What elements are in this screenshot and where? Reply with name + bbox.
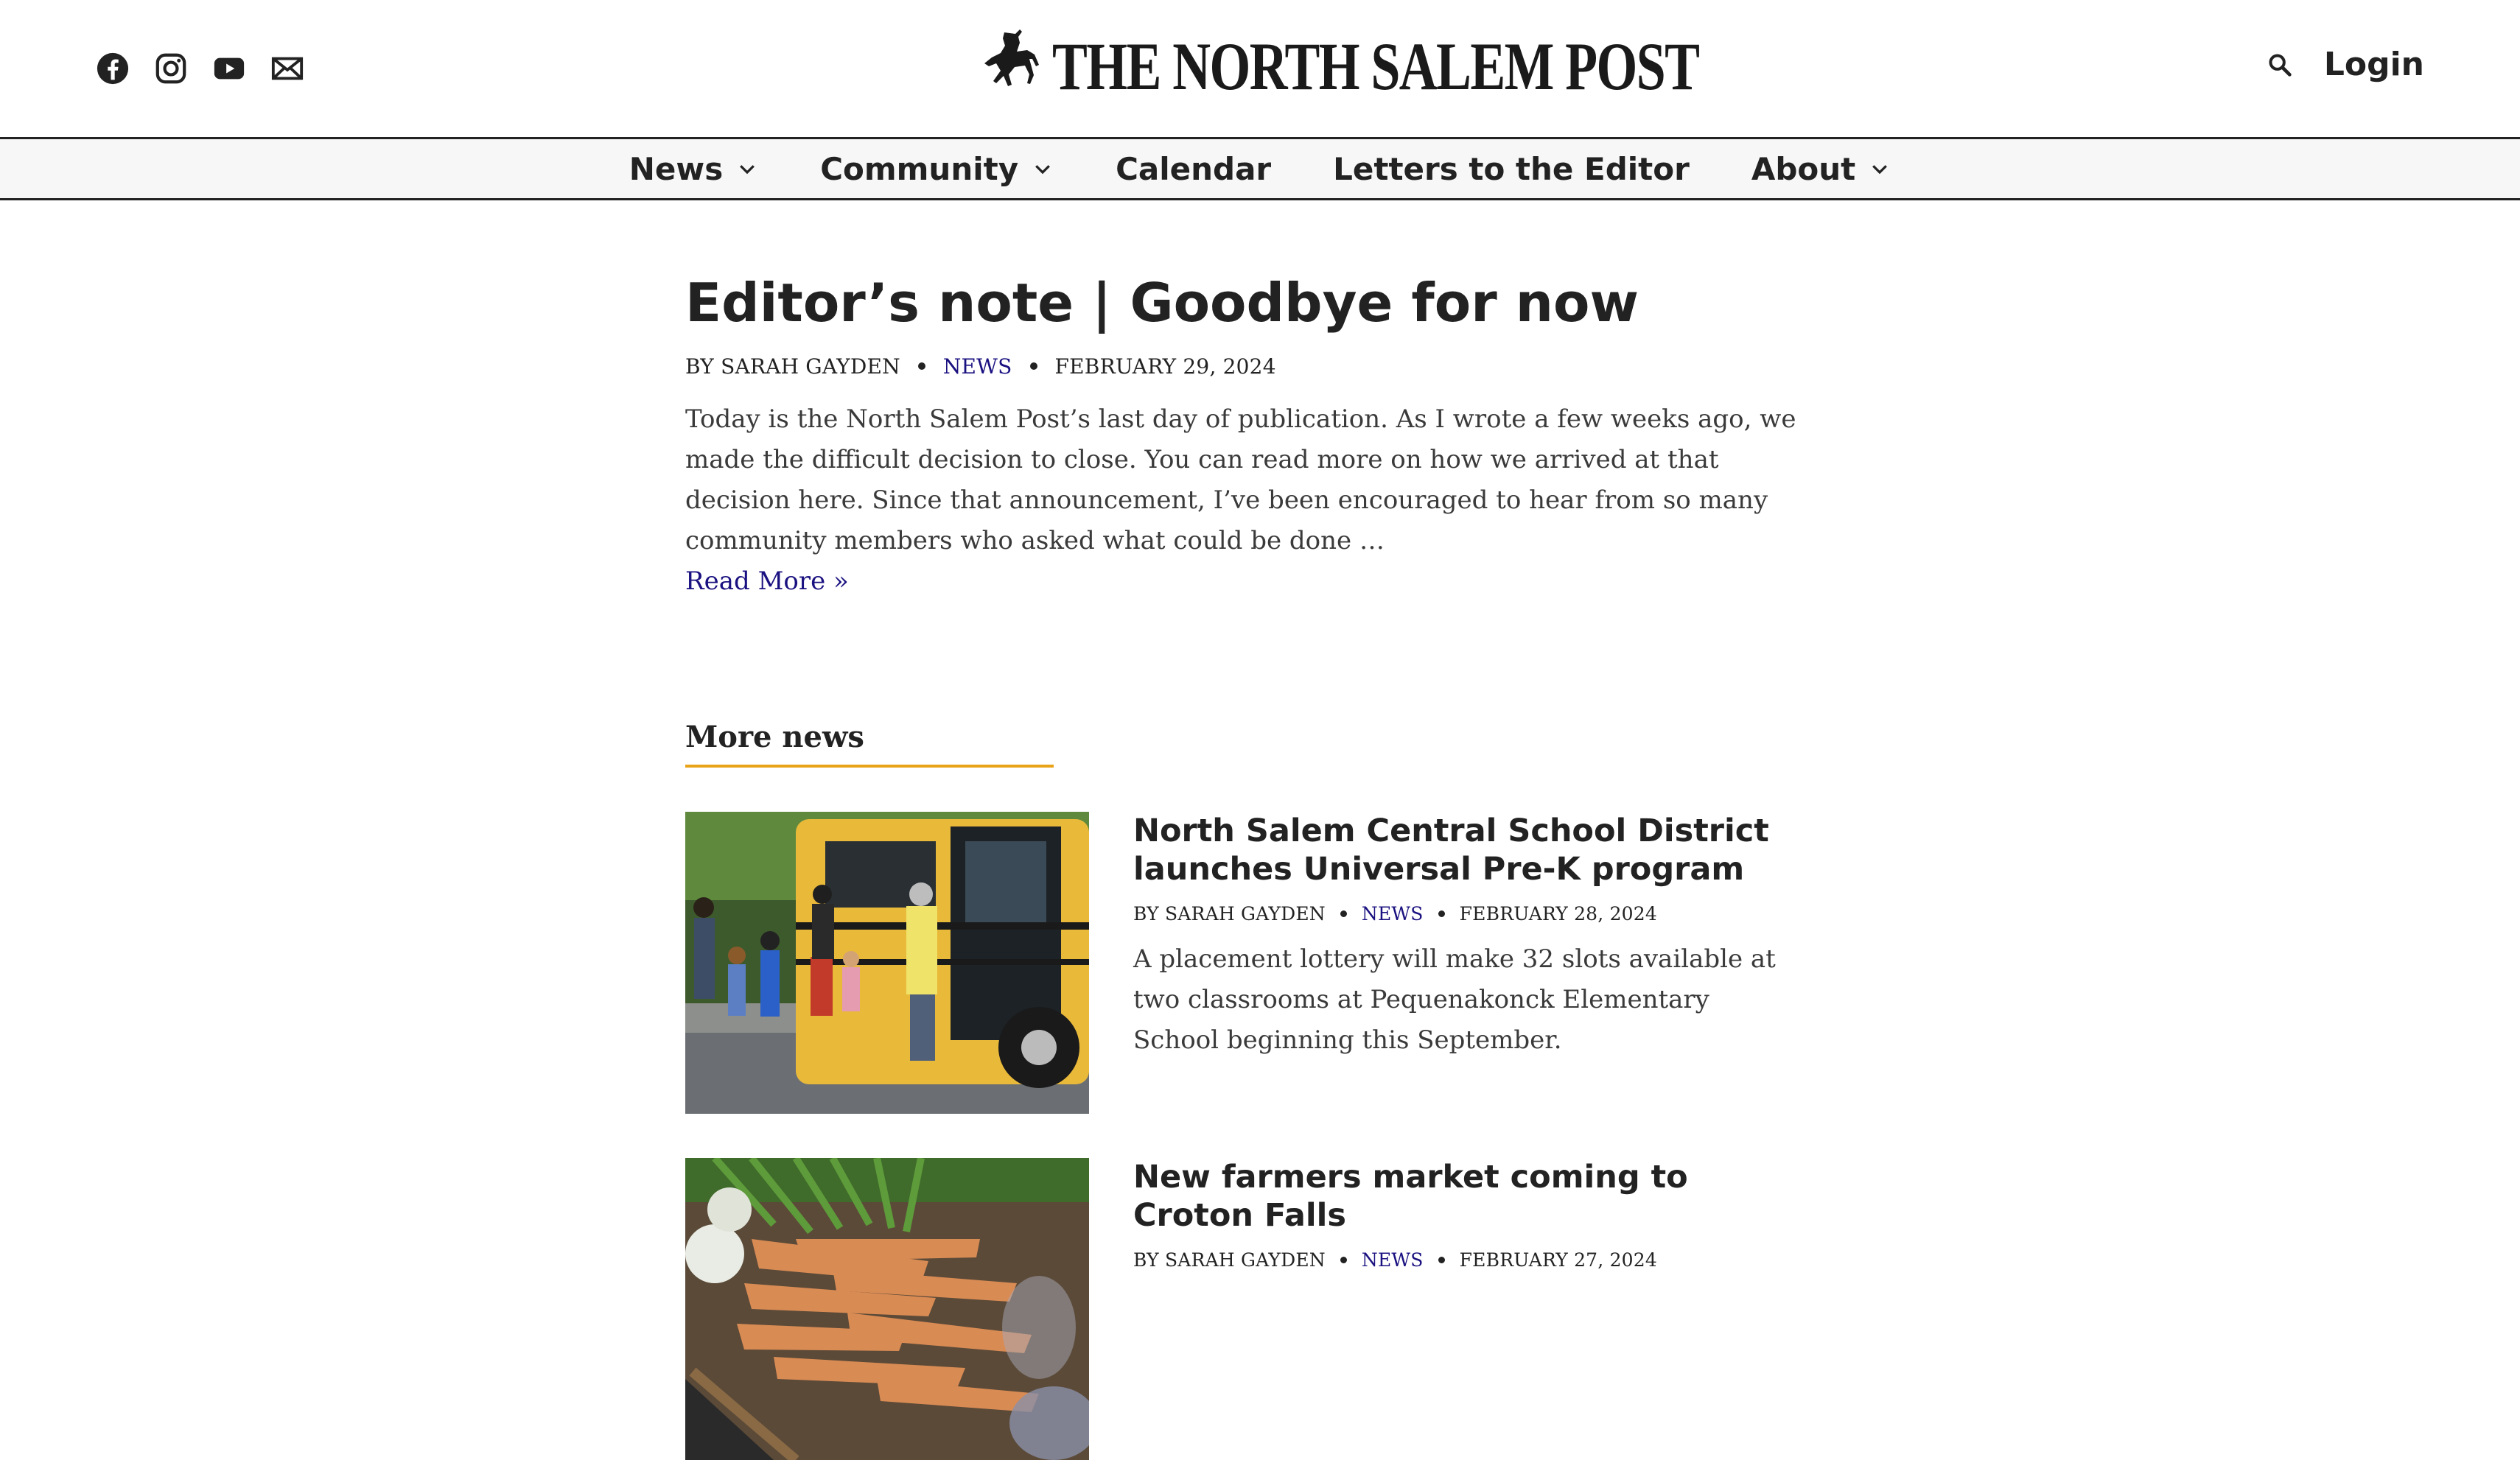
meta-separator: [1340, 910, 1347, 917]
horse-rider-logo-icon: [984, 29, 1039, 86]
publish-date: FEBRUARY 29, 2024: [1054, 354, 1276, 379]
chevron-down-icon: [1872, 165, 1888, 175]
search-icon[interactable]: [2265, 50, 2295, 80]
list-item: New farmers market coming to Croton Fall…: [685, 1157, 1805, 1460]
category-link[interactable]: NEWS: [943, 354, 1012, 379]
category-link[interactable]: NEWS: [1362, 1249, 1424, 1271]
email-icon[interactable]: [270, 52, 304, 85]
nav-item-calendar[interactable]: Calendar: [1116, 151, 1271, 187]
byline[interactable]: BY SARAH GAYDEN: [1133, 1249, 1326, 1271]
site-header: THE NORTH SALEM POST Login: [0, 0, 2520, 139]
facebook-icon[interactable]: [96, 52, 130, 85]
publish-date: FEBRUARY 27, 2024: [1459, 1249, 1658, 1271]
byline[interactable]: BY SARAH GAYDEN: [685, 354, 900, 379]
meta-separator: [917, 362, 925, 371]
byline[interactable]: BY SARAH GAYDEN: [1133, 903, 1326, 924]
nav-item-community[interactable]: Community: [820, 151, 1054, 187]
main-nav: News Community Calendar Letters to the E…: [0, 139, 2520, 200]
header-actions: Login: [2265, 46, 2424, 83]
site-title: THE NORTH SALEM POST: [1052, 29, 1700, 104]
nav-item-label: News: [629, 150, 724, 187]
story-body: North Salem Central School District laun…: [1133, 812, 1796, 1114]
list-item: North Salem Central School District laun…: [685, 811, 1805, 1114]
lead-article: Editor’s note | Goodbye for now BY SARAH…: [685, 273, 1805, 602]
lead-article-title[interactable]: Editor’s note | Goodbye for now: [685, 273, 1805, 334]
category-link[interactable]: NEWS: [1362, 903, 1424, 924]
nav-item-news[interactable]: News: [629, 151, 758, 187]
school-bus-photo: [685, 811, 1089, 1114]
nav-item-letters-to-the-editor[interactable]: Letters to the Editor: [1333, 151, 1690, 187]
story-body: New farmers market coming to Croton Fall…: [1133, 1158, 1796, 1460]
nav-item-label: About: [1751, 150, 1856, 187]
lead-article-excerpt: Today is the North Salem Post’s last day…: [685, 404, 1796, 555]
article-meta: BY SARAH GAYDEN NEWS FEBRUARY 28, 2024: [1133, 903, 1796, 924]
social-links: [96, 52, 304, 85]
meta-separator: [1438, 1256, 1445, 1263]
main-content: Editor’s note | Goodbye for now BY SARAH…: [685, 273, 1805, 1460]
meta-separator: [1438, 910, 1445, 917]
carrots-photo: [685, 1157, 1089, 1460]
chevron-down-icon: [1035, 165, 1050, 175]
site-logo[interactable]: THE NORTH SALEM POST: [971, 28, 1881, 105]
story-thumbnail[interactable]: [685, 1157, 1089, 1460]
story-excerpt: A placement lottery will make 32 slots a…: [1133, 944, 1776, 1055]
story-title[interactable]: North Salem Central School District laun…: [1133, 812, 1796, 888]
publish-date: FEBRUARY 28, 2024: [1459, 902, 1658, 924]
nav-item-label: Community: [820, 150, 1019, 187]
nav-item-about[interactable]: About: [1751, 151, 1891, 187]
meta-separator: [1029, 362, 1037, 371]
youtube-icon[interactable]: [212, 52, 246, 85]
story-thumbnail[interactable]: [685, 811, 1089, 1114]
section-heading: More news: [685, 720, 1054, 768]
read-more-link[interactable]: Read More »: [685, 561, 849, 602]
more-news-section: More news North Salem Central School Dis…: [685, 720, 1805, 1460]
article-meta: BY SARAH GAYDEN NEWS FEBRUARY 27, 2024: [1133, 1249, 1796, 1271]
chevron-down-icon: [740, 165, 755, 175]
login-link[interactable]: Login: [2324, 46, 2424, 83]
meta-separator: [1340, 1256, 1347, 1263]
article-meta: BY SARAH GAYDEN NEWS FEBRUARY 29, 2024: [685, 354, 1805, 379]
instagram-icon[interactable]: [154, 52, 188, 85]
story-title[interactable]: New farmers market coming to Croton Fall…: [1133, 1158, 1796, 1235]
nav-item-label: Calendar: [1116, 150, 1272, 187]
nav-item-label: Letters to the Editor: [1333, 150, 1690, 187]
